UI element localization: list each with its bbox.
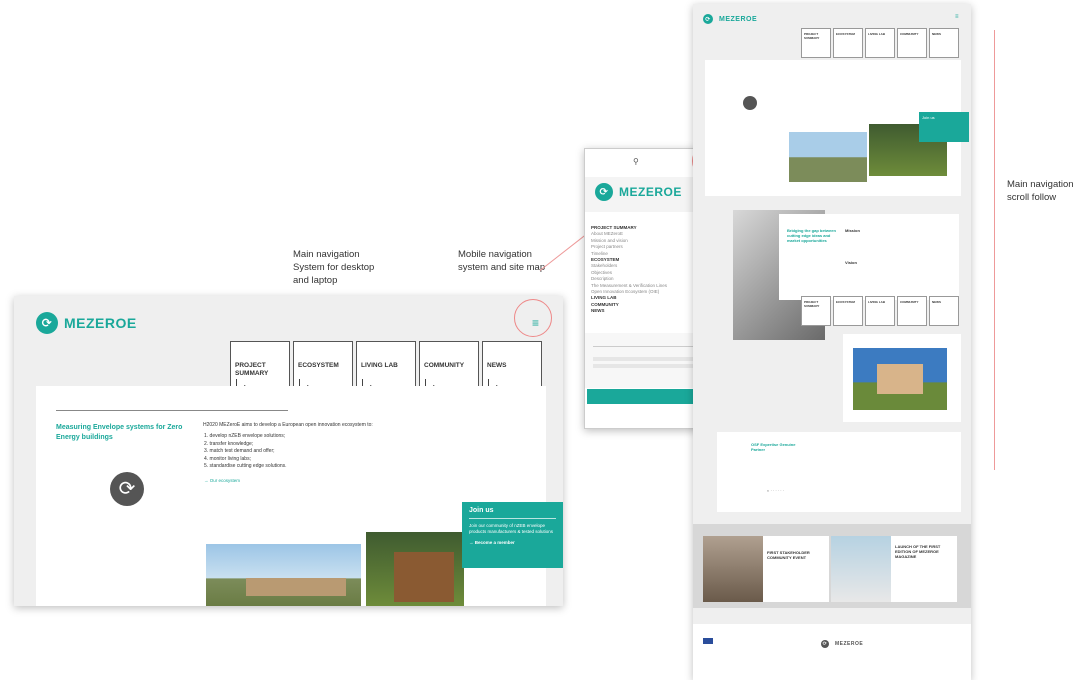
hamburger-icon[interactable]: ≡ bbox=[955, 14, 959, 20]
text-placeholder bbox=[593, 364, 703, 368]
logo-icon: ⟳ bbox=[36, 312, 58, 334]
site-logo[interactable]: ⟳ MEZEROE bbox=[36, 312, 137, 334]
eu-flag-icon bbox=[703, 638, 713, 644]
nav-label: COMMUNITY bbox=[424, 362, 465, 369]
brand-name: MEZEROE bbox=[619, 185, 682, 199]
desktop-mockup: ⟳ MEZEROE ≡ PROJECT SUMMARY ECOSYSTEM LI… bbox=[14, 296, 563, 606]
caption-mobile-navigation: Mobile navigation system and site map bbox=[458, 249, 546, 273]
nav-ecosystem[interactable]: ECOSYSTEM bbox=[833, 28, 863, 58]
expertise-card: OSF Expertise Genuine Partner ◐ · · · · … bbox=[717, 432, 961, 512]
logo-icon: ⟳ bbox=[703, 14, 713, 24]
goals-list: 1. develop nZEB envelope solutions; 2. t… bbox=[204, 433, 287, 471]
building-shape bbox=[246, 578, 346, 596]
news-photo bbox=[703, 536, 763, 602]
ecosystem-link[interactable]: → Our ecosystem bbox=[204, 478, 240, 483]
building-photo-2 bbox=[366, 532, 464, 606]
divider bbox=[56, 410, 288, 411]
nav-community[interactable]: COMMUNITY bbox=[897, 28, 927, 58]
caption-scroll-follow: Main navigation scroll follow bbox=[1007, 179, 1074, 203]
scroll-page-mockup: ⟳ MEZEROE ≡ PROJECT SUMMARY ECOSYSTEM LI… bbox=[693, 4, 971, 680]
intro-text: H2020 MEZeroE aims to develop a European… bbox=[203, 422, 373, 428]
expertise-title: OSF Expertise Genuine Partner bbox=[751, 442, 796, 452]
recycle-icon bbox=[743, 96, 757, 110]
list-item: 4. monitor living labs; bbox=[204, 455, 251, 462]
footer-brand: MEZEROE bbox=[835, 641, 864, 647]
news-title: LAUNCH OF THE FIRST EDITION OF MEZEROE M… bbox=[895, 544, 941, 559]
nav-community-follow[interactable]: COMMUNITY bbox=[897, 296, 927, 326]
nav-living-lab[interactable]: LIVING LAB bbox=[865, 28, 895, 58]
become-member-link[interactable]: → Become a member bbox=[469, 540, 556, 545]
house-shape bbox=[877, 364, 923, 394]
join-text: Join our community of nZEB envelope prod… bbox=[469, 523, 554, 534]
nav-label: ECOSYSTEM bbox=[298, 362, 339, 369]
join-us-panel[interactable]: Join us bbox=[919, 112, 969, 142]
caption-desktop-navigation: Main navigation System for desktop and l… bbox=[293, 249, 375, 286]
divider bbox=[469, 518, 556, 519]
footer: ⟳ MEZEROE bbox=[693, 624, 971, 680]
footer-logo[interactable]: ⟳ MEZEROE bbox=[821, 640, 863, 648]
scroll-follow-indicator bbox=[994, 30, 995, 470]
list-item: 2. transfer knowledge; bbox=[204, 440, 254, 447]
nav-ecosystem-follow[interactable]: ECOSYSTEM bbox=[833, 296, 863, 326]
list-item: 5. standardise cutting edge solutions. bbox=[204, 463, 287, 469]
mission-title: Mission bbox=[845, 228, 860, 233]
building-photo-1 bbox=[206, 544, 361, 606]
section-title: Measuring Envelope systems for Zero Ener… bbox=[56, 424, 183, 441]
partner-logos: ◐ · · · · · · bbox=[767, 488, 785, 493]
nav-label: LIVING LAB bbox=[361, 362, 398, 369]
news-card-1[interactable]: FIRST STAKEHOLDER COMMUNITY EVENT bbox=[703, 536, 829, 602]
nav-living-lab-follow[interactable]: LIVING LAB bbox=[865, 296, 895, 326]
nav-project-summary[interactable]: PROJECT SUMMARY bbox=[801, 28, 831, 58]
join-us-panel: Join us Join our community of nZEB envel… bbox=[462, 502, 563, 568]
news-photo bbox=[831, 536, 891, 602]
join-title: Join us bbox=[469, 507, 494, 514]
nav-news-follow[interactable]: NEWS bbox=[929, 296, 959, 326]
nav-project-summary-follow[interactable]: PROJECT SUMMARY bbox=[801, 296, 831, 326]
list-item: 1. develop nZEB envelope solutions; bbox=[204, 433, 286, 439]
logo-icon: ⟳ bbox=[821, 640, 829, 648]
join-title: Join us bbox=[922, 115, 935, 120]
right-logo[interactable]: ⟳ MEZEROE bbox=[703, 14, 757, 24]
mission-card: Bridging the gap between cutting edge id… bbox=[779, 214, 959, 300]
nav-label: NEWS bbox=[487, 362, 507, 369]
recycle-icon: ⟳ bbox=[110, 472, 144, 506]
building-shape bbox=[394, 552, 454, 602]
connector-line bbox=[539, 233, 588, 271]
section-title: Bridging the gap between cutting edge id… bbox=[787, 228, 836, 243]
list-item: 3. match test demand and offer; bbox=[204, 448, 275, 454]
highlight-circle bbox=[514, 299, 552, 337]
house-photo bbox=[853, 348, 947, 410]
nav-news[interactable]: NEWS bbox=[929, 28, 959, 58]
building-photo-1 bbox=[789, 132, 867, 182]
news-title: FIRST STAKEHOLDER COMMUNITY EVENT bbox=[767, 550, 810, 560]
search-icon[interactable]: ⚲ bbox=[633, 157, 639, 166]
vision-title: Vision bbox=[845, 260, 857, 265]
brand-name: MEZEROE bbox=[719, 15, 758, 23]
nav-label: PROJECT SUMMARY bbox=[235, 362, 269, 377]
news-card-2[interactable]: LAUNCH OF THE FIRST EDITION OF MEZEROE M… bbox=[831, 536, 957, 602]
logo-icon: ⟳ bbox=[595, 183, 613, 201]
brand-name: MEZEROE bbox=[64, 315, 137, 331]
mobile-logo[interactable]: ⟳ MEZEROE bbox=[595, 183, 682, 201]
